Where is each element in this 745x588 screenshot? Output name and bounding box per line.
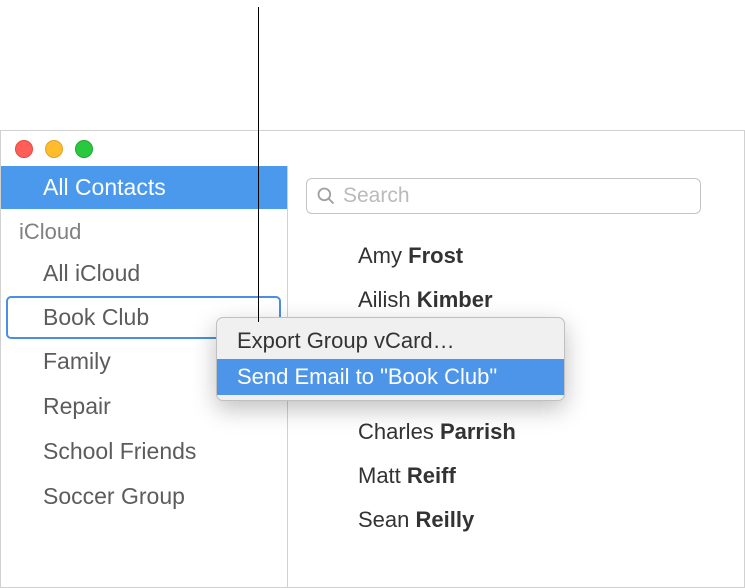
callout-line — [258, 7, 259, 322]
context-menu: Export Group vCard… Send Email to "Book … — [216, 317, 565, 401]
contact-last-name: Frost — [408, 243, 463, 268]
contact-row[interactable]: Charles Parrish — [358, 410, 726, 454]
titlebar — [1, 131, 744, 166]
contact-first-name: Charles — [358, 419, 434, 444]
contact-first-name: Ailish — [358, 287, 411, 312]
sidebar-item-school-friends[interactable]: School Friends — [1, 429, 287, 474]
contact-first-name: Amy — [358, 243, 402, 268]
contact-row[interactable]: Ailish Kimber — [358, 278, 726, 322]
sidebar-section-icloud: iCloud — [1, 209, 287, 251]
contact-row[interactable]: Sean Reilly — [358, 498, 726, 542]
search-placeholder: Search — [343, 184, 410, 208]
contact-first-name: Matt — [358, 463, 401, 488]
contact-last-name: Kimber — [417, 287, 493, 312]
sidebar-all-contacts[interactable]: All Contacts — [1, 166, 287, 209]
menu-item-send-email[interactable]: Send Email to "Book Club" — [217, 359, 564, 395]
minimize-button[interactable] — [45, 140, 63, 158]
contact-row[interactable]: Amy Frost — [358, 234, 726, 278]
contact-row[interactable]: Matt Reiff — [358, 454, 726, 498]
contact-last-name: Reiff — [407, 463, 456, 488]
search-input[interactable]: Search — [306, 178, 701, 214]
close-button[interactable] — [15, 140, 33, 158]
menu-item-export-vcard[interactable]: Export Group vCard… — [217, 323, 564, 359]
sidebar-item-all-icloud[interactable]: All iCloud — [1, 251, 287, 296]
zoom-button[interactable] — [75, 140, 93, 158]
contact-last-name: Parrish — [440, 419, 516, 444]
contact-last-name: Reilly — [416, 507, 475, 532]
sidebar-item-soccer-group[interactable]: Soccer Group — [1, 474, 287, 519]
search-icon — [316, 186, 336, 206]
contact-first-name: Sean — [358, 507, 409, 532]
